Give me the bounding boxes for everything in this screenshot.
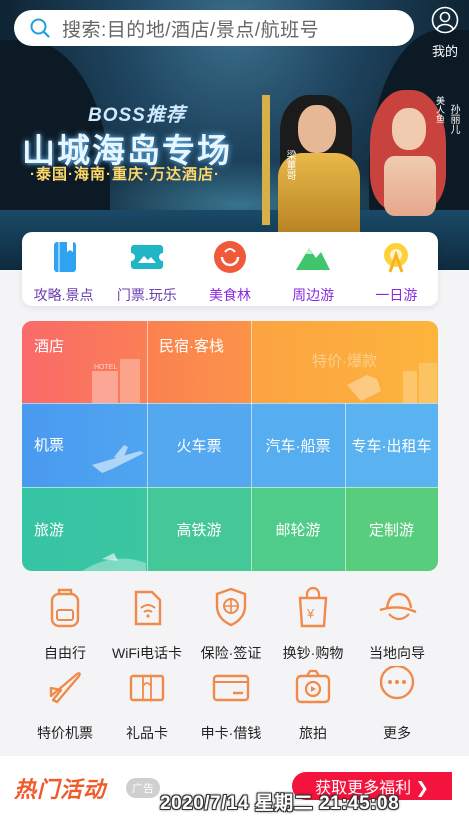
quick-nav-daytrip-label: 一日游 xyxy=(375,287,418,303)
service-icons: 自由行 WiFi电话卡 保险·签证 ¥ 换钞·购物 当地向导 特价机票 礼品卡 … xyxy=(0,580,469,748)
service-gift-card-label: 礼品卡 xyxy=(126,725,168,741)
service-insurance-label: 保险·签证 xyxy=(200,645,262,661)
grid-car-label: 专车·出租车 xyxy=(351,437,432,455)
service-cheap-flights-label: 特价机票 xyxy=(37,725,93,741)
quick-nav-food[interactable]: 美食林 xyxy=(190,240,270,306)
guide-book-icon xyxy=(53,242,76,272)
svg-text:HOTEL: HOTEL xyxy=(94,364,117,371)
quick-nav-food-label: 美食林 xyxy=(208,287,251,303)
grid-homestay[interactable]: 民宿·客栈 xyxy=(147,321,251,403)
grid-deals[interactable]: 特价·爆款 xyxy=(251,321,438,403)
service-guide-label: 当地向导 xyxy=(369,645,425,661)
grid-divider xyxy=(345,403,346,571)
quick-nav-daytrip[interactable]: 一日游 xyxy=(356,240,436,306)
service-more[interactable]: 更多 xyxy=(352,664,442,743)
grid-train-label: 火车票 xyxy=(176,437,222,455)
trident-prop xyxy=(262,95,270,225)
grid-bus-label: 汽车·船票 xyxy=(265,437,331,455)
service-wifi[interactable]: WiFi电话卡 xyxy=(102,586,192,663)
service-more-label: 更多 xyxy=(383,725,411,741)
search-input[interactable]: 搜索:目的地/酒店/景点/航班号 xyxy=(14,10,414,46)
service-cheap-flights[interactable]: 特价机票 xyxy=(20,666,110,743)
backpack-icon xyxy=(50,588,80,628)
hot-activities-title: 热门活动 xyxy=(14,777,107,802)
grid-divider xyxy=(22,403,438,404)
gift-card-icon xyxy=(129,674,165,702)
grid-hotel[interactable]: 酒店 HOTEL xyxy=(22,321,147,403)
user-icon xyxy=(431,6,459,34)
grid-cruise[interactable]: 邮轮游 xyxy=(251,487,345,571)
service-travel-photo[interactable]: 旅拍 xyxy=(268,666,358,743)
service-free-travel-label: 自由行 xyxy=(44,645,86,661)
ad-badge: 广告 xyxy=(126,778,160,798)
my-account-label: 我的 xyxy=(431,44,458,59)
banner-person-right-name: 孙丽儿 xyxy=(448,104,459,134)
shopping-bag-icon: ¥ xyxy=(298,586,328,628)
service-exchange[interactable]: ¥ 换钞·购物 xyxy=(268,586,358,663)
grid-divider xyxy=(147,321,148,571)
grid-cruise-label: 邮轮游 xyxy=(275,521,321,539)
grid-hsr-label: 高铁游 xyxy=(176,521,222,539)
beach-icon xyxy=(82,553,146,571)
airplane-icon xyxy=(49,672,81,704)
price-tag-icon xyxy=(347,363,437,403)
ticket-icon xyxy=(126,245,167,269)
main-category-grid: 酒店 HOTEL 民宿·客栈 特价·爆款 机票 火车票 汽车·船票 专车·出租车… xyxy=(22,321,438,571)
banner-tag: BOSS推荐 xyxy=(88,105,186,126)
grid-flight[interactable]: 机票 xyxy=(22,403,147,487)
grid-hsr[interactable]: 高铁游 xyxy=(147,487,251,571)
grid-hotel-label: 酒店 xyxy=(34,337,65,355)
quick-nav-guide-label: 攻略.景点 xyxy=(33,287,94,303)
timestamp-overlay: 2020/7/14 星期二 21:45:08 xyxy=(160,793,400,814)
guide-hat-icon xyxy=(379,592,417,621)
mountain-icon xyxy=(296,248,331,270)
grid-train[interactable]: 火车票 xyxy=(147,403,251,487)
wifi-card-icon xyxy=(134,590,162,626)
quick-nav-tickets[interactable]: 门票.玩乐 xyxy=(107,240,187,306)
food-icon xyxy=(213,241,246,273)
grid-custom[interactable]: 定制游 xyxy=(345,487,438,571)
service-guide[interactable]: 当地向导 xyxy=(352,586,442,663)
plane-icon xyxy=(92,445,144,473)
hotel-building-icon: HOTEL xyxy=(92,359,140,403)
service-gift-card[interactable]: 礼品卡 xyxy=(102,666,192,743)
banner-person-left-name: 梁董哥 xyxy=(284,150,295,180)
app-home-screen: BOSS推荐 山城海岛专场 ·泰国·海南·重庆·万达酒店· 梁董哥 美人鱼 孙丽… xyxy=(0,0,469,834)
quick-nav-guide[interactable]: 攻略.景点 xyxy=(24,240,104,306)
quick-nav-bar: 攻略.景点 门票.玩乐 美食林 周边游 一日游 xyxy=(22,232,438,306)
quick-nav-nearby-label: 周边游 xyxy=(292,287,335,303)
service-travel-photo-label: 旅拍 xyxy=(299,725,327,741)
insurance-shield-icon xyxy=(215,587,247,627)
credit-card-icon xyxy=(212,674,250,702)
search-placeholder: 搜索:目的地/酒店/景点/航班号 xyxy=(62,19,320,41)
grid-travel[interactable]: 旅游 xyxy=(22,487,147,571)
grid-flight-label: 机票 xyxy=(34,436,65,454)
svg-text:¥: ¥ xyxy=(306,606,315,621)
grid-car[interactable]: 专车·出租车 xyxy=(345,403,438,487)
grid-custom-label: 定制游 xyxy=(368,521,414,539)
my-account-button[interactable]: 我的 xyxy=(427,6,463,59)
service-exchange-label: 换钞·购物 xyxy=(282,645,344,661)
search-icon xyxy=(30,18,50,38)
ferris-wheel-icon xyxy=(384,243,409,273)
grid-homestay-label: 民宿·客栈 xyxy=(159,337,224,355)
grid-divider xyxy=(22,487,438,488)
service-insurance[interactable]: 保险·签证 xyxy=(186,586,276,663)
service-credit-card-label: 申卡·借钱 xyxy=(200,725,262,741)
grid-bus[interactable]: 汽车·船票 xyxy=(251,403,345,487)
service-wifi-label: WiFi电话卡 xyxy=(112,645,182,661)
more-dots-icon xyxy=(379,664,415,700)
promo-banner[interactable]: BOSS推荐 山城海岛专场 ·泰国·海南·重庆·万达酒店· 梁董哥 美人鱼 孙丽… xyxy=(0,0,469,270)
grid-travel-label: 旅游 xyxy=(34,521,65,539)
service-free-travel[interactable]: 自由行 xyxy=(20,586,110,663)
grid-divider xyxy=(251,321,252,571)
camera-icon xyxy=(295,669,331,704)
quick-nav-nearby[interactable]: 周边游 xyxy=(273,240,353,306)
service-credit-card[interactable]: 申卡·借钱 xyxy=(186,666,276,743)
banner-subtitle: ·泰国·海南·重庆·万达酒店· xyxy=(30,166,220,183)
quick-nav-tickets-label: 门票.玩乐 xyxy=(116,287,177,303)
